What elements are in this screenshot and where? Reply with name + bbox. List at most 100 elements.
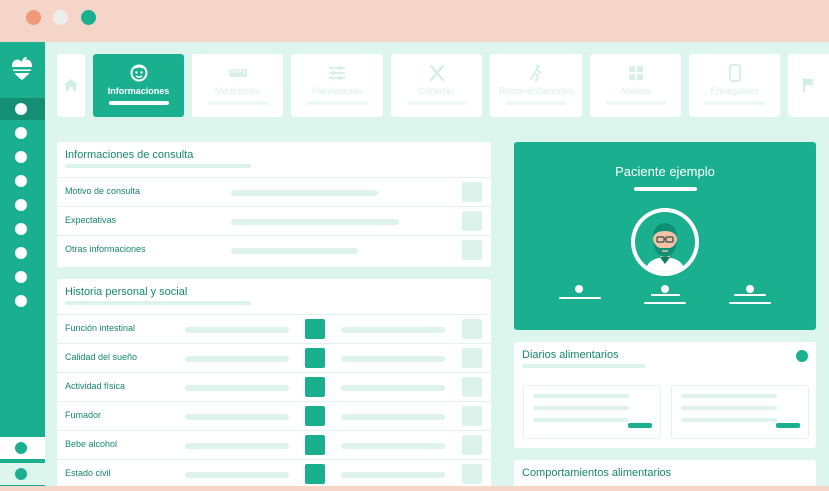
- historia-row-label: Actividad física: [65, 381, 126, 391]
- historia-row-sueno[interactable]: Calidad del sueño: [57, 343, 491, 372]
- consulta-row-placeholder: [231, 219, 399, 225]
- historia-row-action[interactable]: [462, 464, 482, 484]
- consulta-row-motivo[interactable]: Motivo de consulta: [57, 177, 491, 206]
- tab-mediciones-underline: [207, 101, 268, 105]
- consulta-row-placeholder: [231, 248, 358, 254]
- consulta-row-action[interactable]: [462, 182, 482, 202]
- phone-icon: [728, 64, 741, 82]
- avatar-background: [635, 212, 695, 272]
- historia-row-placeholder: [185, 356, 289, 362]
- historia-row-label: Calidad del sueño: [65, 352, 138, 362]
- historia-title-underline: [65, 301, 251, 305]
- historia-row-alcohol[interactable]: Bebe alcohol: [57, 430, 491, 459]
- consulta-row-label: Otras informaciones: [65, 244, 146, 254]
- historia-row-placeholder: [185, 385, 289, 391]
- patient-name-underline: [634, 187, 697, 191]
- sidebar-item-2-icon[interactable]: [15, 127, 27, 139]
- historia-row-toggle[interactable]: [305, 348, 325, 368]
- historia-title: Historia personal y social: [65, 286, 188, 298]
- tab-analisis-underline: [605, 101, 666, 105]
- tab-mediciones[interactable]: Mediciones: [192, 54, 283, 117]
- historia-row-action[interactable]: [462, 435, 482, 455]
- consulta-row-action[interactable]: [462, 240, 482, 260]
- historia-row-toggle[interactable]: [305, 377, 325, 397]
- diario-card-button[interactable]: [776, 423, 800, 428]
- tab-planificacion[interactable]: Planificación: [291, 54, 383, 117]
- historia-panel: Historia personal y social Función intes…: [57, 279, 491, 491]
- window-bottom-edge: [0, 486, 829, 491]
- consulta-row-expectativas[interactable]: Expectativas: [57, 206, 491, 235]
- historia-row-toggle[interactable]: [305, 406, 325, 426]
- historia-row-estado[interactable]: Estado civil: [57, 459, 491, 488]
- sidebar-item-active[interactable]: [0, 98, 45, 120]
- diario-card-2[interactable]: [671, 385, 809, 439]
- tab-informaciones-underline: [108, 101, 169, 105]
- consulta-row-action[interactable]: [462, 211, 482, 231]
- close-window-dot[interactable]: [26, 10, 41, 25]
- sidebar-item-5-icon[interactable]: [15, 199, 27, 211]
- historia-row-placeholder: [341, 385, 445, 391]
- sidebar-item-1-icon: [15, 103, 27, 115]
- stat-1-dot: [575, 285, 583, 293]
- flag-icon: [802, 76, 816, 94]
- historia-row-toggle[interactable]: [305, 319, 325, 339]
- historia-row-label: Bebe alcohol: [65, 439, 118, 449]
- diario-card-line: [681, 394, 777, 398]
- maximize-window-dot[interactable]: [81, 10, 96, 25]
- tab-comidas-label: Comidas: [418, 86, 455, 96]
- bearded-man-avatar-icon: [645, 223, 685, 272]
- sidebar-item-9-icon[interactable]: [15, 295, 27, 307]
- tab-recomendaciones-label: Recomendaciones: [498, 86, 574, 96]
- running-icon: [528, 64, 544, 82]
- historia-row-fumador[interactable]: Fumador: [57, 401, 491, 430]
- tab-comidas[interactable]: Comidas: [391, 54, 482, 117]
- diario-card-line: [533, 418, 629, 422]
- window-titlebar: [0, 0, 829, 42]
- sidebar-item-7-icon[interactable]: [15, 247, 27, 259]
- historia-row-placeholder: [341, 472, 445, 478]
- minimize-window-dot[interactable]: [53, 10, 68, 25]
- historia-row-toggle[interactable]: [305, 464, 325, 484]
- tab-entregables-underline: [704, 101, 765, 105]
- tab-planificacion-underline: [307, 101, 367, 105]
- consulta-row-otras[interactable]: Otras informaciones: [57, 235, 491, 264]
- historia-row-actividad[interactable]: Actividad física: [57, 372, 491, 401]
- diario-card-button[interactable]: [628, 423, 652, 428]
- heart-apple-logo-icon[interactable]: [10, 56, 34, 82]
- historia-row-placeholder: [341, 327, 445, 333]
- historia-row-funcion[interactable]: Función intestinal: [57, 314, 491, 343]
- sidebar-item-3-icon[interactable]: [15, 151, 27, 163]
- diarios-status-dot[interactable]: [796, 350, 808, 362]
- sidebar-item-8-icon[interactable]: [15, 271, 27, 283]
- historia-row-placeholder: [341, 356, 445, 362]
- consulta-row-placeholder: [231, 190, 378, 196]
- tab-analisis[interactable]: Análisis: [590, 54, 681, 117]
- stat-1-bar: [559, 297, 601, 299]
- diario-card-line: [681, 418, 777, 422]
- historia-row-action[interactable]: [462, 348, 482, 368]
- utensils-icon: [428, 64, 446, 82]
- diario-card-line: [533, 406, 629, 410]
- historia-row-action[interactable]: [462, 319, 482, 339]
- tab-recomendaciones[interactable]: Recomendaciones: [490, 54, 582, 117]
- app-window: Informaciones Mediciones Planificación C…: [0, 42, 829, 491]
- face-icon: [130, 64, 148, 82]
- diario-card-1[interactable]: [523, 385, 661, 439]
- sidebar-bottom-item-2[interactable]: [0, 463, 45, 485]
- historia-row-toggle[interactable]: [305, 435, 325, 455]
- sidebar-bottom-item-1[interactable]: [0, 437, 45, 459]
- flag-tab[interactable]: [788, 54, 829, 117]
- sidebar-item-6-icon[interactable]: [15, 223, 27, 235]
- historia-row-label: Fumador: [65, 410, 102, 420]
- sidebar-item-4-icon[interactable]: [15, 175, 27, 187]
- patient-name: Paciente ejemplo: [615, 164, 715, 179]
- patient-avatar[interactable]: [631, 208, 699, 276]
- tab-entregables[interactable]: Entregables: [689, 54, 780, 117]
- historia-row-action[interactable]: [462, 406, 482, 426]
- tab-informaciones[interactable]: Informaciones: [93, 54, 184, 117]
- diarios-title: Diarios alimentarios: [522, 349, 619, 361]
- stat-2-bar: [651, 294, 680, 296]
- historia-row-action[interactable]: [462, 377, 482, 397]
- home-tab[interactable]: [57, 54, 85, 117]
- sidebar: [0, 42, 45, 491]
